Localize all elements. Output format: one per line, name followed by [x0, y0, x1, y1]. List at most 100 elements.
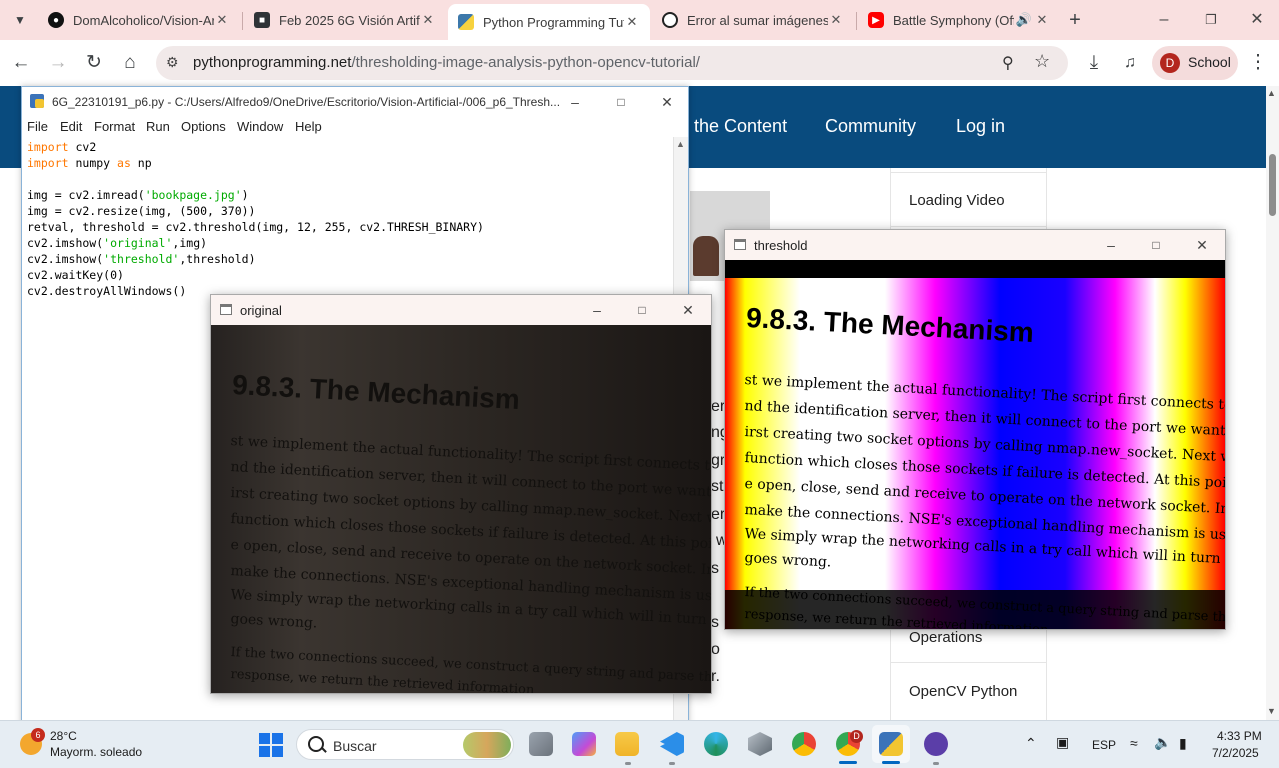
- weather-temperature: 28°C: [50, 729, 77, 743]
- close-icon[interactable]: ✕: [652, 91, 682, 113]
- tab-classroom[interactable]: ■ Feb 2025 6G Visión Artificial ✕: [244, 6, 446, 34]
- chrome-icon[interactable]: [792, 732, 816, 756]
- minimize-icon[interactable]: –: [1096, 234, 1126, 256]
- threshold-titlebar[interactable]: threshold – □ ✕: [725, 230, 1225, 260]
- tab-title: DomAlcoholico/Vision-Artificial: [73, 12, 214, 28]
- tab-github[interactable]: ● DomAlcoholico/Vision-Artificial ✕: [38, 6, 240, 34]
- window-app-icon: [734, 239, 746, 250]
- nav-the-content[interactable]: the Content: [694, 116, 787, 137]
- zoom-icon[interactable]: ⚲: [1002, 53, 1014, 73]
- home-icon[interactable]: ⌂: [117, 50, 143, 76]
- close-window-icon[interactable]: ✕: [1237, 8, 1277, 32]
- sidebar-item-loading-video[interactable]: Loading Video: [909, 192, 1005, 209]
- new-tab-icon[interactable]: +: [1062, 7, 1088, 33]
- tab-python-programming[interactable]: Python Programming Tutorials ✕: [448, 4, 650, 40]
- download-icon[interactable]: ⤓: [1081, 50, 1107, 76]
- original-titlebar[interactable]: original – □ ✕: [211, 295, 711, 325]
- code-line: cv2.imshow('threshold',threshold): [27, 252, 256, 266]
- task-view-icon[interactable]: [529, 732, 553, 756]
- tab-chatgpt[interactable]: Error al sumar imágenes ✕: [652, 6, 854, 34]
- tab-title: Battle Symphony (Official: [893, 12, 1014, 28]
- start-button[interactable]: [259, 733, 283, 757]
- taskbar-search[interactable]: Buscar: [296, 729, 514, 760]
- tab-youtube[interactable]: ▶ Battle Symphony (Official 🔊 ✕: [858, 6, 1060, 34]
- minimize-icon[interactable]: –: [1144, 8, 1184, 32]
- menu-file[interactable]: File: [27, 119, 48, 134]
- threshold-window-title: threshold: [754, 238, 808, 253]
- browser-toolbar: ← → ↻ ⌂ ⚙ pythonprogramming.net/threshol…: [0, 40, 1279, 86]
- nav-log-in[interactable]: Log in: [956, 116, 1005, 137]
- chrome-menu-icon[interactable]: ⋮: [1245, 50, 1271, 76]
- tab-title: Feb 2025 6G Visión Artificial: [279, 12, 420, 28]
- original-text-line: goes wrong.: [230, 611, 318, 632]
- media-control-icon[interactable]: ♫: [1117, 50, 1143, 76]
- package-icon[interactable]: [748, 732, 772, 756]
- profile-label: School: [1188, 54, 1231, 70]
- maximize-icon[interactable]: □: [606, 91, 636, 113]
- volume-icon[interactable]: 🔈: [1154, 734, 1171, 751]
- restore-icon[interactable]: ❐: [1191, 8, 1231, 32]
- back-icon[interactable]: ←: [8, 50, 34, 76]
- page-scrollbar[interactable]: ▲ ▼: [1266, 86, 1279, 720]
- close-icon[interactable]: ✕: [673, 299, 703, 321]
- close-tab-icon[interactable]: ✕: [420, 12, 436, 28]
- language-indicator[interactable]: ESP: [1092, 738, 1116, 752]
- article-text: st: [711, 478, 724, 495]
- file-explorer-icon[interactable]: [615, 732, 639, 756]
- original-window: original – □ ✕ 9.8.3. The Mechanism st w…: [210, 294, 712, 694]
- code-line: img = cv2.resize(img, (500, 370)): [27, 204, 256, 218]
- menu-options[interactable]: Options: [181, 119, 226, 134]
- tab-search-dropdown-icon[interactable]: ▼: [7, 7, 33, 33]
- github-desktop-icon[interactable]: [924, 732, 948, 756]
- youtube-icon: ▶: [868, 12, 884, 28]
- python-file-icon: [30, 94, 44, 108]
- nav-community[interactable]: Community: [825, 116, 916, 137]
- forward-icon[interactable]: →: [45, 50, 71, 76]
- search-highlight-image: [463, 732, 511, 758]
- close-tab-icon[interactable]: ✕: [624, 14, 640, 30]
- menu-help[interactable]: Help: [295, 119, 322, 134]
- tab-title: Python Programming Tutorials: [483, 14, 624, 30]
- tray-app-icon[interactable]: ▣: [1056, 734, 1069, 751]
- wifi-icon[interactable]: ≈: [1130, 735, 1138, 751]
- reload-icon[interactable]: ↻: [81, 50, 107, 76]
- maximize-icon[interactable]: □: [1141, 234, 1171, 256]
- close-tab-icon[interactable]: ✕: [214, 12, 230, 28]
- python-idle-icon[interactable]: [879, 732, 903, 756]
- threshold-image: 9.8.3. The Mechanism st we implement the…: [725, 260, 1225, 629]
- bookmark-star-icon[interactable]: ☆: [1034, 51, 1050, 72]
- menu-format[interactable]: Format: [94, 119, 135, 134]
- speaker-icon[interactable]: 🔊: [1014, 12, 1034, 28]
- battery-icon[interactable]: ▮: [1179, 735, 1187, 752]
- code-line: cv2.waitKey(0): [27, 268, 124, 282]
- close-tab-icon[interactable]: ✕: [1034, 12, 1050, 28]
- vscode-icon[interactable]: [660, 732, 684, 756]
- minimize-icon[interactable]: –: [582, 299, 612, 321]
- idle-titlebar[interactable]: 6G_22310191_p6.py - C:/Users/Alfredo9/On…: [22, 87, 688, 117]
- sidebar-item-opencv-python[interactable]: OpenCV Python: [909, 683, 1017, 700]
- avatar: D: [1160, 53, 1180, 73]
- menu-run[interactable]: Run: [146, 119, 170, 134]
- edge-icon[interactable]: [704, 732, 728, 756]
- close-icon[interactable]: ✕: [1187, 234, 1217, 256]
- code-line: cv2.imshow('original',img): [27, 236, 208, 250]
- address-bar[interactable]: ⚙ pythonprogramming.net/thresholding-ima…: [156, 46, 1068, 80]
- close-tab-icon[interactable]: ✕: [828, 12, 844, 28]
- maximize-icon[interactable]: □: [627, 299, 657, 321]
- code-line: img = cv2.imread('bookpage.jpg'): [27, 188, 249, 202]
- menu-edit[interactable]: Edit: [60, 119, 82, 134]
- menu-window[interactable]: Window: [237, 119, 283, 134]
- search-placeholder: Buscar: [333, 738, 377, 754]
- copilot-icon[interactable]: [572, 732, 596, 756]
- sidebar-item-operations[interactable]: Operations: [909, 629, 982, 646]
- search-icon: [308, 736, 324, 752]
- site-info-icon[interactable]: ⚙: [166, 54, 179, 71]
- minimize-icon[interactable]: –: [560, 91, 590, 113]
- profile-button[interactable]: D School: [1152, 46, 1238, 80]
- url-text: pythonprogramming.net/thresholding-image…: [193, 54, 700, 71]
- tray-overflow-icon[interactable]: ⌃: [1025, 735, 1037, 752]
- tab-title: Error al sumar imágenes: [687, 12, 828, 28]
- scrollbar-thumb[interactable]: [1269, 154, 1276, 216]
- openai-icon: [662, 12, 678, 28]
- original-image: 9.8.3. The Mechanism st we implement the…: [211, 325, 711, 693]
